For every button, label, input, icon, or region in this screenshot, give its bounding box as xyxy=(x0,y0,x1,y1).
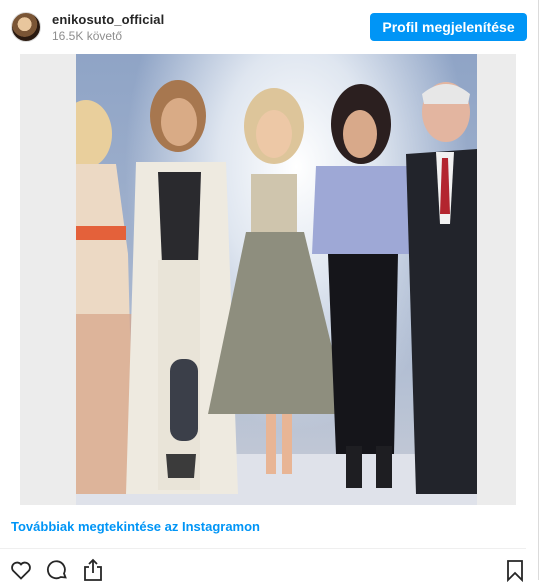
username-link[interactable]: enikosuto_official xyxy=(52,12,164,27)
post-media[interactable] xyxy=(20,54,516,505)
comment-icon[interactable] xyxy=(45,558,69,582)
divider xyxy=(0,548,526,549)
bookmark-icon[interactable] xyxy=(503,558,527,583)
photo-illustration xyxy=(76,80,477,505)
view-profile-button[interactable]: Profil megjelenítése xyxy=(370,13,527,41)
profile-avatar[interactable] xyxy=(11,12,41,42)
share-icon[interactable] xyxy=(81,558,105,582)
instagram-embed: enikosuto_official 16.5K követő Profil m… xyxy=(0,0,539,583)
action-bar xyxy=(0,554,539,583)
follower-count: 16.5K követő xyxy=(52,29,123,43)
person-4 xyxy=(312,84,414,488)
person-2 xyxy=(126,80,238,494)
post-header: enikosuto_official 16.5K követő Profil m… xyxy=(0,0,539,54)
person-5 xyxy=(406,82,477,494)
heart-icon[interactable] xyxy=(9,558,33,582)
post-photo[interactable] xyxy=(76,54,477,505)
view-more-on-instagram-link[interactable]: Továbbiak megtekintése az Instagramon xyxy=(11,519,260,534)
